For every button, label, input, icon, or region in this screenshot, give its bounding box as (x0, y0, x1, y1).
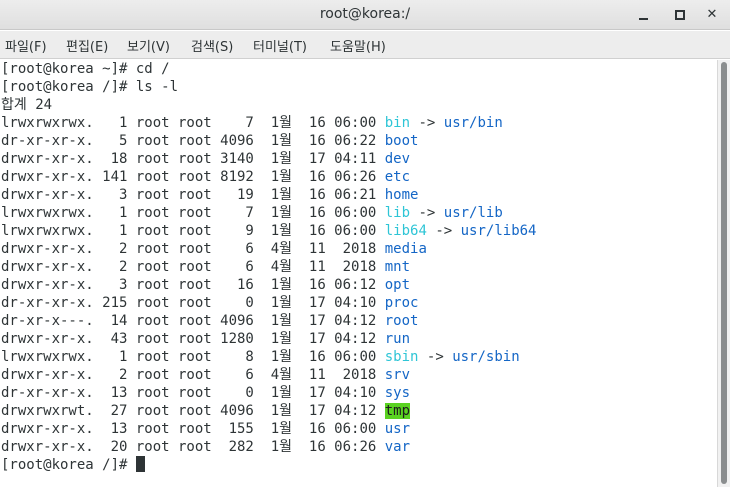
minimize-icon (638, 18, 648, 20)
maximize-button[interactable] (670, 5, 690, 25)
entry-meta: dr-xr-xr-x. 215 root root 0 1월 17 04:10 (1, 295, 385, 311)
listing-row: dr-xr-x---. 14 root root 4096 1월 17 04:1… (1, 312, 717, 330)
entry-name: dev (384, 151, 411, 167)
entry-name: root (384, 313, 419, 329)
entry-name: sbin (384, 349, 419, 365)
entry-name: home (384, 187, 419, 203)
link-target: usr/sbin (452, 349, 520, 365)
entry-meta: drwxr-xr-x. 20 root root 282 1월 16 06:26 (1, 439, 385, 455)
command-line-ls: [root@korea /]# ls -l (1, 79, 179, 95)
listing-row: drwxrwxrwt. 27 root root 4096 1월 17 04:1… (1, 402, 717, 420)
listing-row: lrwxrwxrwx. 1 root root 7 1월 16 06:00 bi… (1, 114, 717, 132)
prompt-text: [root@korea /]# (1, 457, 136, 473)
link-arrow: -> (418, 349, 453, 365)
entry-name: sys (384, 385, 411, 401)
menu-terminal[interactable]: 터미널(T) (253, 36, 307, 55)
entry-name: run (384, 331, 411, 347)
listing-row: drwxr-xr-x. 3 root root 16 1월 16 06:12 o… (1, 276, 717, 294)
entry-meta: drwxr-xr-x. 13 root root 155 1월 16 06:00 (1, 421, 385, 437)
listing-row: drwxr-xr-x. 2 root root 6 4월 11 2018 srv (1, 366, 717, 384)
link-target: usr/lib (443, 205, 503, 221)
listing-row: drwxr-xr-x. 2 root root 6 4월 11 2018 med… (1, 240, 717, 258)
entry-meta: drwxr-xr-x. 141 root root 8192 1월 16 06:… (1, 169, 385, 185)
listing-row: dr-xr-xr-x. 5 root root 4096 1월 16 06:22… (1, 132, 717, 150)
entry-name: lib64 (384, 223, 427, 239)
entry-name: mnt (384, 259, 411, 275)
entry-meta: dr-xr-xr-x. 5 root root 4096 1월 16 06:22 (1, 133, 385, 149)
entry-meta: drwxrwxrwt. 27 root root 4096 1월 17 04:1… (1, 403, 385, 419)
entry-name: etc (384, 169, 411, 185)
listing-row: drwxr-xr-x. 13 root root 155 1월 16 06:00… (1, 420, 717, 438)
entry-name: boot (384, 133, 419, 149)
listing-row: drwxr-xr-x. 2 root root 6 4월 11 2018 mnt (1, 258, 717, 276)
title-bar[interactable]: root@korea:/ ✕ (0, 0, 730, 30)
link-arrow: -> (410, 205, 444, 221)
entry-meta: dr-xr-x---. 14 root root 4096 1월 17 04:1… (1, 313, 385, 329)
close-button[interactable]: ✕ (702, 5, 722, 25)
entry-meta: dr-xr-xr-x. 13 root root 0 1월 17 04:10 (1, 385, 385, 401)
total-line: 합계 24 (1, 97, 53, 113)
entry-meta: lrwxrwxrwx. 1 root root 8 1월 16 06:00 (1, 349, 385, 365)
entry-meta: drwxr-xr-x. 2 root root 6 4월 11 2018 (1, 259, 385, 275)
entry-name: lib (384, 205, 411, 221)
command-line-cd: [root@korea ~]# cd / (1, 61, 170, 77)
entry-meta: drwxr-xr-x. 2 root root 6 4월 11 2018 (1, 241, 385, 257)
entry-meta: lrwxrwxrwx. 1 root root 7 1월 16 06:00 (1, 205, 385, 221)
listing-row: lrwxrwxrwx. 1 root root 9 1월 16 06:00 li… (1, 222, 717, 240)
entry-name: opt (384, 277, 411, 293)
listing-row: lrwxrwxrwx. 1 root root 8 1월 16 06:00 sb… (1, 348, 717, 366)
listing-row: drwxr-xr-x. 18 root root 3140 1월 17 04:1… (1, 150, 717, 168)
entry-name: srv (384, 367, 411, 383)
entry-name: var (384, 439, 411, 455)
entry-meta: drwxr-xr-x. 3 root root 19 1월 16 06:21 (1, 187, 385, 203)
maximize-icon (675, 10, 685, 20)
menu-edit[interactable]: 편집(E) (66, 36, 108, 55)
scrollbar-thumb[interactable] (721, 62, 727, 484)
listing-row: dr-xr-xr-x. 215 root root 0 1월 17 04:10 … (1, 294, 717, 312)
menu-view[interactable]: 보기(V) (127, 36, 170, 55)
entry-meta: lrwxrwxrwx. 1 root root 7 1월 16 06:00 (1, 115, 385, 131)
listing-row: drwxr-xr-x. 141 root root 8192 1월 16 06:… (1, 168, 717, 186)
listing-row: drwxr-xr-x. 20 root root 282 1월 16 06:26… (1, 438, 717, 456)
menu-bar: 파일(F) 편집(E) 보기(V) 검색(S) 터미널(T) 도움말(H) (0, 31, 730, 59)
entry-name: usr (384, 421, 411, 437)
listing-row: drwxr-xr-x. 43 root root 1280 1월 17 04:1… (1, 330, 717, 348)
link-arrow: -> (426, 223, 461, 239)
link-target: usr/lib64 (460, 223, 537, 239)
listing-row: lrwxrwxrwx. 1 root root 7 1월 16 06:00 li… (1, 204, 717, 222)
menu-search[interactable]: 검색(S) (191, 36, 233, 55)
entry-name: media (384, 241, 427, 257)
entry-meta: drwxr-xr-x. 43 root root 1280 1월 17 04:1… (1, 331, 385, 347)
entry-name: bin (384, 115, 411, 131)
entry-meta: drwxr-xr-x. 2 root root 6 4월 11 2018 (1, 367, 385, 383)
entry-meta: lrwxrwxrwx. 1 root root 9 1월 16 06:00 (1, 223, 385, 239)
entry-meta: drwxr-xr-x. 3 root root 16 1월 16 06:12 (1, 277, 385, 293)
window-title: root@korea:/ (319, 6, 411, 22)
minimize-button[interactable] (633, 5, 653, 25)
link-arrow: -> (410, 115, 444, 131)
link-target: usr/bin (443, 115, 503, 131)
entry-meta: drwxr-xr-x. 18 root root 3140 1월 17 04:1… (1, 151, 385, 167)
text-cursor (135, 456, 145, 472)
terminal-output[interactable]: [root@korea ~]# cd / [root@korea /]# ls … (0, 60, 717, 487)
scrollbar[interactable] (717, 60, 730, 487)
menu-file[interactable]: 파일(F) (5, 36, 47, 55)
entry-name: tmp (384, 403, 411, 419)
entry-name: proc (384, 295, 419, 311)
close-icon: ✕ (706, 7, 718, 22)
listing: lrwxrwxrwx. 1 root root 7 1월 16 06:00 bi… (1, 114, 717, 456)
listing-row: drwxr-xr-x. 3 root root 19 1월 16 06:21 h… (1, 186, 717, 204)
menu-help[interactable]: 도움말(H) (330, 36, 386, 55)
listing-row: dr-xr-xr-x. 13 root root 0 1월 17 04:10 s… (1, 384, 717, 402)
prompt-line: [root@korea /]# (1, 456, 717, 474)
